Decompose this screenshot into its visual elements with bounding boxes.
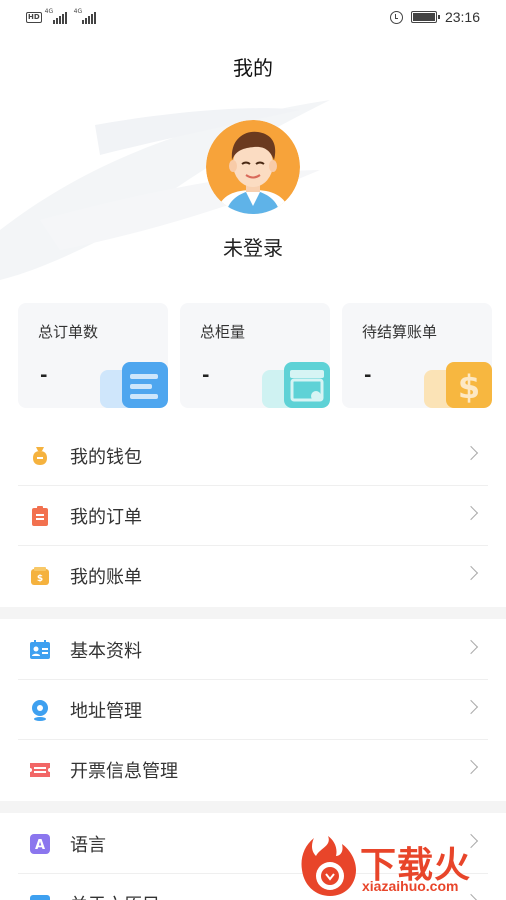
menu-label: 开票信息管理 [70,761,178,782]
menu-label: 我的账单 [70,567,142,588]
menu-label: 我的订单 [70,506,142,528]
alarm-icon [389,10,403,24]
signal-icon: 4G [45,8,71,24]
menu-label: 地址管理 [70,700,142,722]
stat-label: 总订单数 [38,323,99,341]
menu-label: 基本资料 [70,640,142,662]
status-time: 23:16 [444,9,480,25]
status-bar-right: 23:16 [389,9,480,25]
location-pin-icon [32,699,48,721]
menu-item-address[interactable]: 地址管理 [18,680,488,740]
chevron-right-icon [463,445,479,461]
menu-item-invoice[interactable]: 开票信息管理 [18,740,488,800]
section-divider [0,607,506,619]
profile-card-icon [30,639,50,659]
status-bar-left: HD 4G 4G [26,8,100,24]
chevron-right-icon [463,565,479,581]
language-icon: A [30,833,50,854]
battery-icon [410,11,440,23]
watermark-url: xiazaihuo.com [362,878,459,894]
menu-group-account: 我的钱包 我的订单 $ 我的账单 [0,426,506,606]
signal-icon: 4G [74,8,100,24]
login-status-label[interactable]: 未登录 [0,232,506,261]
menu-label: 我的钱包 [70,446,142,468]
clipboard-icon [32,505,48,526]
menu-item-basic-info[interactable]: 基本资料 [18,620,488,680]
watermark-logo: 下载火 xiazaihuo.com [298,832,506,900]
status-bar: HD 4G 4G 23:16 [0,0,506,36]
stat-card-total-containers[interactable]: 总柜量 - [180,303,330,408]
svg-text:$: $ [458,368,480,406]
svg-text:$: $ [37,574,43,584]
page-title: 我的 [233,56,273,80]
chevron-right-icon [463,505,479,521]
about-icon [30,895,50,900]
flame-logo-icon [301,836,356,896]
menu-item-orders[interactable]: 我的订单 [18,486,488,546]
stats-row: 总订单数 - 总柜量 - 待结算账单 - $ [18,303,506,411]
chevron-right-icon [463,639,479,655]
menu-label: 关于六原目 [70,891,160,900]
menu-item-wallet[interactable]: 我的钱包 [18,426,488,486]
stat-value: - [202,365,210,386]
stat-card-pending-bills[interactable]: 待结算账单 - $ [342,303,492,408]
hd-badge: HD [26,11,42,23]
bill-icon: $ [31,567,49,585]
menu-group-profile: 基本资料 地址管理 开票信息管理 [0,620,506,800]
stat-label: 待结算账单 [362,323,438,341]
list-doc-icon [100,362,168,408]
wallet-bag-icon [33,446,47,465]
svg-text:A: A [35,838,45,853]
ticket-icon [30,763,50,777]
menu-label: 语言 [70,834,106,856]
dollar-icon: $ [424,362,492,408]
user-avatar-icon[interactable] [206,120,300,214]
store-icon [262,362,330,408]
stat-card-total-orders[interactable]: 总订单数 - [18,303,168,408]
stat-value: - [40,365,48,386]
stat-label: 总柜量 [200,323,246,341]
chevron-right-icon [463,759,479,775]
chevron-right-icon [463,699,479,715]
menu-item-bills[interactable]: $ 我的账单 [18,546,488,606]
stat-value: - [364,365,372,386]
section-divider [0,801,506,813]
